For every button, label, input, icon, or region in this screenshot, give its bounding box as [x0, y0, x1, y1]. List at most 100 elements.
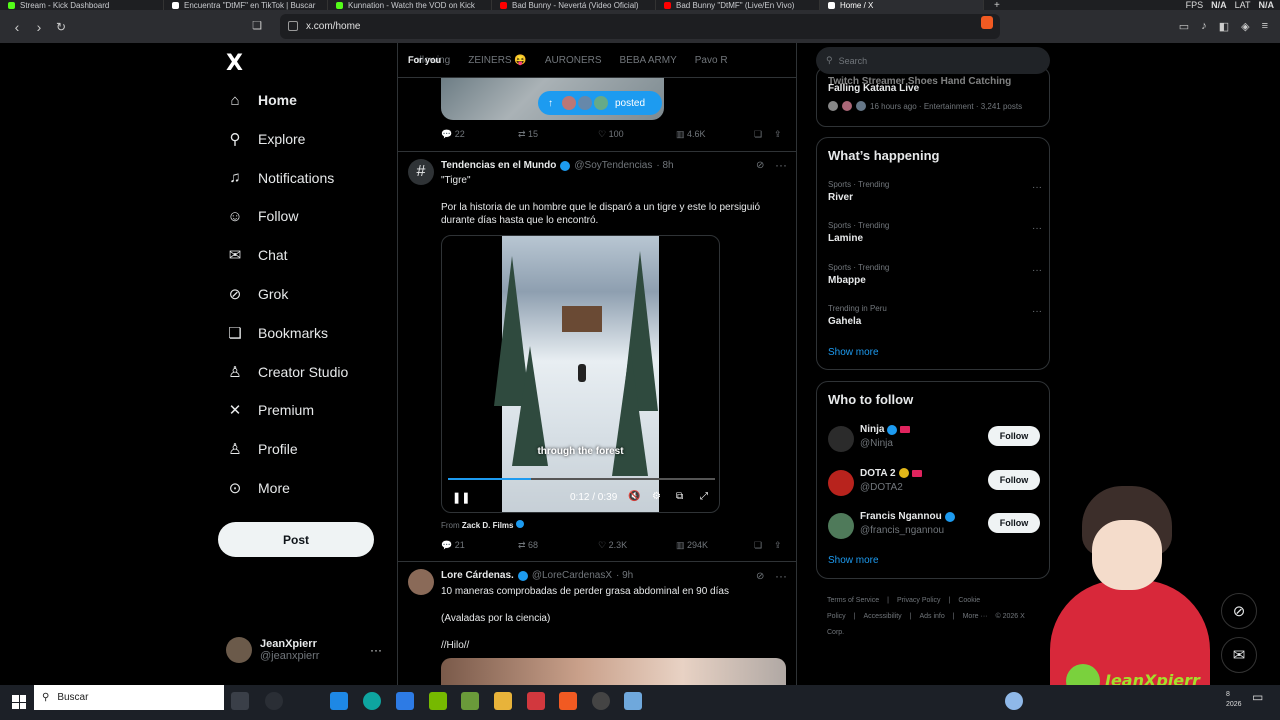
- account-more-icon[interactable]: ···: [370, 643, 382, 657]
- repost-button[interactable]: ⇄ 68: [518, 540, 538, 551]
- bookmark-icon[interactable]: ❏: [754, 129, 762, 140]
- video-progress-bar[interactable]: [448, 478, 715, 480]
- trend-item[interactable]: Sports · Trending Lamine ···: [828, 221, 1042, 244]
- author-name[interactable]: Lore Cárdenas.: [441, 570, 514, 581]
- footer-link[interactable]: Accessibility: [864, 613, 902, 620]
- share-icon[interactable]: ⇪: [774, 129, 782, 140]
- vtuber-app-icon[interactable]: [624, 692, 642, 710]
- reply-button[interactable]: 💬 21: [441, 540, 465, 551]
- sidebar-item-explore[interactable]: ⚲ Explore: [226, 130, 306, 148]
- sidebar-item-profile[interactable]: ♙ Profile: [226, 440, 297, 458]
- show-more-link[interactable]: Show more: [828, 555, 879, 566]
- forward-icon[interactable]: ›: [34, 19, 44, 35]
- video-player[interactable]: through the forest ❚❚ 0:12 / 0:39 🔇 ⚙ ⧉ …: [441, 235, 720, 513]
- reply-button[interactable]: 💬 22: [441, 129, 465, 140]
- sidebar-item-grok[interactable]: ⊘ Grok: [226, 285, 289, 303]
- trend-item[interactable]: Trending in Peru Gahela ···: [828, 304, 1042, 327]
- wallet-icon[interactable]: ◈: [1241, 20, 1249, 33]
- grok-fab-icon[interactable]: ⊘: [1221, 593, 1257, 629]
- footer-link[interactable]: Ads info: [919, 613, 944, 620]
- author-handle[interactable]: @LoreCardenasX: [532, 570, 612, 581]
- new-tab-button[interactable]: +: [984, 0, 1010, 10]
- back-icon[interactable]: ‹: [12, 19, 22, 35]
- sidebar-item-notifications[interactable]: ♫ Notifications: [226, 169, 334, 187]
- pip-icon[interactable]: ⧉: [676, 491, 683, 502]
- file-explorer-icon[interactable]: [494, 692, 512, 710]
- timeline-tab[interactable]: BEBA ARMY: [620, 55, 677, 66]
- weather-icon[interactable]: [1005, 692, 1023, 710]
- more-icon[interactable]: ···: [775, 569, 787, 583]
- more-icon[interactable]: ···: [1032, 306, 1042, 317]
- nvidia-icon[interactable]: [429, 692, 447, 710]
- views-button[interactable]: ▥ 294K: [676, 540, 708, 551]
- follow-button[interactable]: Follow: [988, 426, 1040, 446]
- mail-app-icon[interactable]: [396, 692, 414, 710]
- source-name[interactable]: Zack D. Films: [462, 521, 514, 530]
- grok-icon[interactable]: ⊘: [756, 571, 764, 582]
- obs-icon[interactable]: [592, 692, 610, 710]
- url-field[interactable]: x.com/home: [280, 14, 1000, 39]
- more-icon[interactable]: ···: [1032, 265, 1042, 276]
- taskbar-search[interactable]: ⚲ Buscar: [34, 685, 224, 710]
- follow-suggestion[interactable]: Francis Ngannou @francis_ngannou Follow: [828, 511, 1040, 543]
- post-time[interactable]: · 8h: [656, 160, 673, 171]
- avatar[interactable]: [828, 426, 854, 452]
- like-button[interactable]: ♡ 2.3K: [598, 540, 627, 551]
- reload-icon[interactable]: ↻: [56, 20, 66, 34]
- post-time[interactable]: · 9h: [616, 570, 633, 581]
- post-media[interactable]: [441, 658, 786, 685]
- views-button[interactable]: ▥ 4.6K: [676, 129, 706, 140]
- avatar[interactable]: [408, 569, 434, 595]
- task-view-icon[interactable]: [231, 692, 249, 710]
- sidebar-item-premium[interactable]: ✕ Premium: [226, 401, 314, 419]
- like-button[interactable]: ♡ 100: [598, 129, 624, 140]
- repost-button[interactable]: ⇄ 15: [518, 129, 538, 140]
- messages-fab-icon[interactable]: ✉: [1221, 637, 1257, 673]
- edge-icon[interactable]: [363, 692, 381, 710]
- store-icon[interactable]: [330, 692, 348, 710]
- menu-icon[interactable]: ≡: [1262, 20, 1268, 33]
- trend-item[interactable]: Sports · Trending River ···: [828, 180, 1042, 203]
- sidebar-item-home[interactable]: ⌂ Home: [226, 91, 296, 109]
- fullscreen-icon[interactable]: ⤢: [700, 491, 708, 502]
- timeline-tab[interactable]: AURONERS: [545, 55, 602, 66]
- media-icon[interactable]: ♪: [1201, 20, 1207, 33]
- browser-tab[interactable]: Home / X: [820, 0, 984, 10]
- minecraft-icon[interactable]: [461, 692, 479, 710]
- avatar[interactable]: [828, 469, 854, 496]
- performance-icon[interactable]: [265, 692, 283, 710]
- browser-tab[interactable]: Encuentra "DtMF" en TikTok | Buscar: [164, 0, 328, 10]
- browser-tab[interactable]: Bad Bunny "DtMF" (Live/En Vivo): [656, 0, 820, 10]
- mute-icon[interactable]: 🔇: [628, 491, 640, 502]
- post-button[interactable]: Post: [218, 522, 374, 557]
- trend-item[interactable]: Sports · Trending Mbappe ···: [828, 263, 1042, 286]
- account-switcher[interactable]: JeanXpierr @jeanxpierr: [226, 637, 319, 663]
- author-handle[interactable]: @SoyTendencias: [574, 160, 652, 171]
- sidebar-item-more[interactable]: ⊙ More: [226, 479, 290, 497]
- site-info-icon[interactable]: [288, 21, 298, 31]
- share-icon[interactable]: ⇪: [774, 540, 782, 551]
- reader-icon[interactable]: ▭: [1179, 20, 1189, 33]
- trend-card[interactable]: Twitch Streamer Shoes Hand Catching Fall…: [816, 67, 1050, 127]
- sidebar-toggle-icon[interactable]: ◧: [1219, 20, 1229, 33]
- brave-browser-icon[interactable]: [559, 692, 577, 710]
- new-posts-pill[interactable]: ↑ posted: [538, 91, 662, 115]
- settings-icon[interactable]: ⚙: [652, 491, 661, 502]
- hashtag-avatar-icon[interactable]: #: [408, 159, 434, 185]
- footer-link[interactable]: More ···: [963, 613, 988, 620]
- browser-tab[interactable]: Kunnation - Watch the VOD on Kick: [328, 0, 492, 10]
- browser-tab[interactable]: Bad Bunny - Nevertá (Video Oficial): [492, 0, 656, 10]
- grok-icon[interactable]: ⊘: [756, 160, 764, 171]
- author-name[interactable]: Tendencias en el Mundo: [441, 160, 556, 171]
- footer-link[interactable]: Terms of Service: [827, 597, 879, 604]
- follow-suggestion[interactable]: DOTA 2 @DOTA2 Follow: [828, 468, 1040, 500]
- more-icon[interactable]: ···: [775, 158, 787, 172]
- sidebar-item-creator-studio[interactable]: ♙ Creator Studio: [226, 363, 348, 381]
- timeline-tab[interactable]: For you: [408, 55, 441, 65]
- avatar[interactable]: [828, 513, 854, 539]
- bookmark-page-icon[interactable]: ❏: [252, 19, 262, 32]
- more-icon[interactable]: ···: [1032, 182, 1042, 193]
- clock[interactable]: 8 2026: [1226, 690, 1242, 710]
- footer-link[interactable]: Privacy Policy: [897, 597, 941, 604]
- more-icon[interactable]: ···: [1032, 223, 1042, 234]
